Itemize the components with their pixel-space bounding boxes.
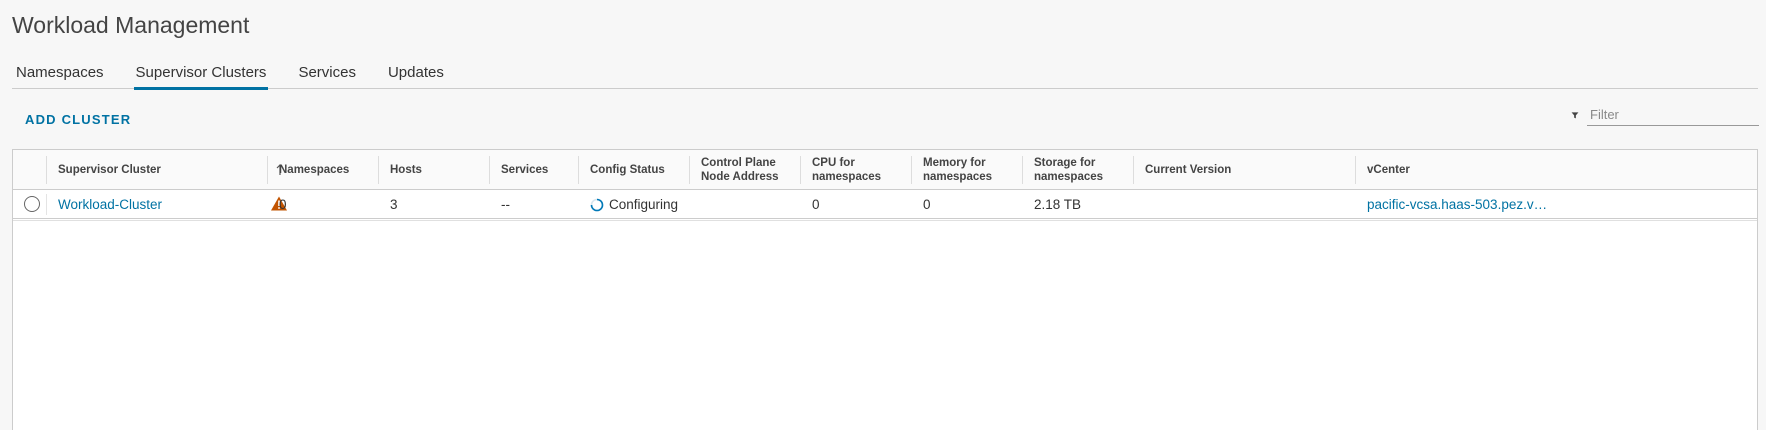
spinner-icon [590, 198, 604, 211]
config-status-text: Configuring [609, 197, 679, 212]
column-header-cpu-for-namespaces[interactable]: CPU for namespaces [800, 150, 911, 190]
column-header-current-version[interactable]: Current Version [1133, 150, 1355, 190]
table-row[interactable]: Workload-Cluster 0 3 -- Configuring 0 0 … [13, 190, 1757, 219]
column-header-label: Memory for namespaces [923, 156, 992, 184]
tab-supervisor-clusters[interactable]: Supervisor Clusters [133, 58, 269, 90]
row-select-radio[interactable] [24, 196, 40, 212]
memory-value: 0 [923, 197, 931, 212]
column-header-label: CPU for namespaces [812, 156, 881, 184]
column-header-label-line: Node Address [701, 171, 779, 183]
cell-supervisor-cluster: Workload-Cluster [46, 190, 267, 219]
grid-header: Supervisor Cluster Namespaces Hosts Serv… [13, 150, 1757, 190]
column-header-label-line: namespaces [923, 171, 993, 183]
filter-icon[interactable] [1569, 108, 1581, 122]
cell-cpu-for-namespaces: 0 [800, 190, 911, 219]
column-header-services[interactable]: Services [489, 150, 578, 190]
column-header-label: Current Version [1145, 164, 1232, 176]
column-header-memory-for-namespaces[interactable]: Memory for namespaces [911, 150, 1022, 190]
column-header-control-plane-node-address[interactable]: Control Plane Node Address [689, 150, 800, 190]
column-header-label-line: Control Plane [701, 157, 776, 169]
column-header-config-status[interactable]: Config Status [578, 150, 689, 190]
column-header-label: vCenter [1367, 164, 1410, 176]
column-header-storage-for-namespaces[interactable]: Storage for namespaces [1022, 150, 1133, 190]
column-header-namespaces[interactable]: Namespaces [267, 150, 378, 190]
tab-services[interactable]: Services [298, 58, 356, 89]
column-header-label-line: namespaces [1034, 171, 1104, 183]
column-header-label-line: namespaces [812, 171, 882, 183]
column-header-hosts[interactable]: Hosts [378, 150, 489, 190]
cell-control-plane-node-address [689, 190, 800, 219]
namespaces-count: 0 [279, 197, 287, 212]
column-header-label-line: Memory for [923, 157, 986, 169]
cell-storage-for-namespaces: 2.18 TB [1022, 190, 1133, 219]
services-value: -- [501, 197, 510, 212]
column-header-supervisor-cluster[interactable]: Supervisor Cluster [46, 150, 267, 190]
filter-input[interactable] [1587, 104, 1759, 126]
supervisor-clusters-grid: Supervisor Cluster Namespaces Hosts Serv… [12, 149, 1758, 430]
column-header-label: Config Status [590, 164, 665, 176]
vcenter-link[interactable]: pacific-vcsa.haas-503.pez.vmw... [1367, 197, 1557, 212]
tab-namespaces[interactable]: Namespaces [16, 58, 104, 89]
row-divider [13, 220, 1757, 221]
cell-vcenter: pacific-vcsa.haas-503.pez.vmw... [1355, 190, 1557, 219]
column-header-label: Hosts [390, 164, 422, 176]
page-title: Workload Management [12, 12, 250, 38]
add-cluster-button[interactable]: ADD CLUSTER [25, 112, 131, 127]
column-header-label: Namespaces [279, 164, 350, 176]
cell-memory-for-namespaces: 0 [911, 190, 1022, 219]
cell-services: -- [489, 190, 578, 219]
cluster-name-link[interactable]: Workload-Cluster [58, 197, 162, 212]
cell-config-status: Configuring [578, 190, 689, 219]
tab-updates[interactable]: Updates [388, 58, 444, 89]
column-header-label: Services [501, 164, 549, 176]
hosts-count: 3 [390, 197, 398, 212]
cell-namespaces: 0 [267, 190, 378, 219]
tab-bar: Namespaces Supervisor Clusters Services … [12, 58, 1758, 90]
cell-current-version [1133, 190, 1355, 219]
column-header-label: Control Plane Node Address [701, 156, 779, 184]
cpu-value: 0 [812, 197, 820, 212]
column-header-label: Storage for namespaces [1034, 156, 1103, 184]
column-header-label: Supervisor Cluster [58, 164, 161, 176]
column-header-label-line: Storage for [1034, 157, 1096, 169]
column-header-label-line: CPU for [812, 157, 855, 169]
column-header-vcenter[interactable]: vCenter [1355, 150, 1557, 190]
cell-hosts: 3 [378, 190, 489, 219]
storage-value: 2.18 TB [1034, 197, 1082, 212]
filter-box [1569, 104, 1759, 126]
